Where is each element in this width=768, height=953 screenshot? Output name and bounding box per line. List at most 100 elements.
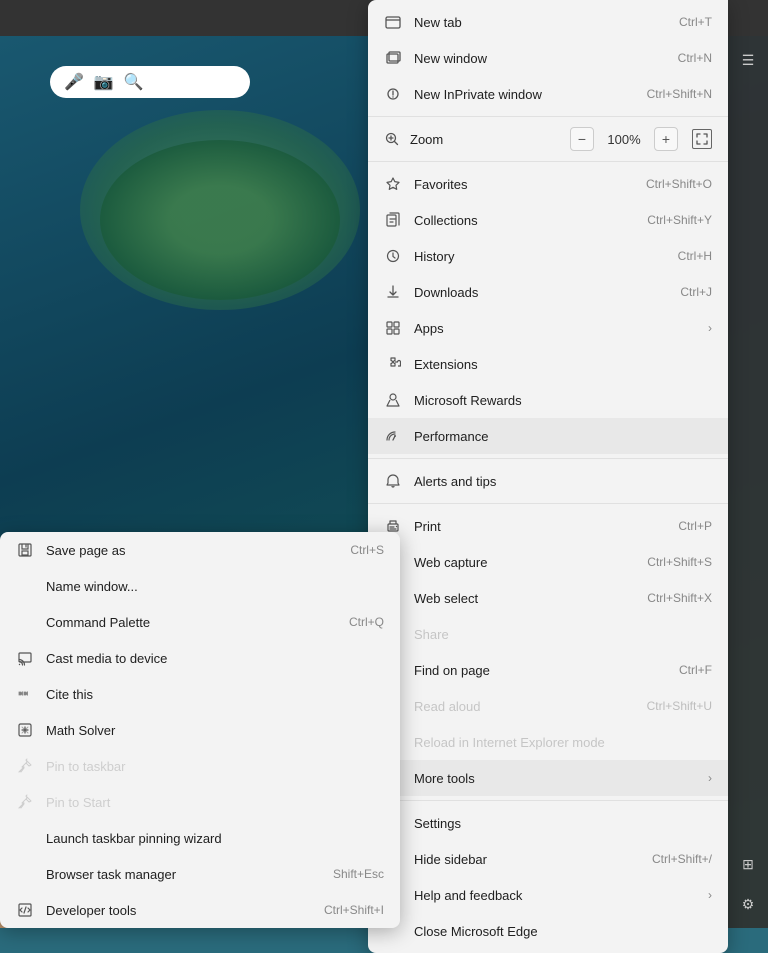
menu-item-close-edge[interactable]: Close Microsoft Edge (368, 913, 728, 949)
pin-start-label: Pin to Start (46, 795, 372, 810)
name-window-label: Name window... (46, 579, 372, 594)
menu-item-ms-rewards[interactable]: Microsoft Rewards (368, 382, 728, 418)
menu-item-web-capture[interactable]: Web capture Ctrl+Shift+S (368, 544, 728, 580)
submenu-item-name-window[interactable]: Name window... (0, 568, 400, 604)
web-select-label: Web select (414, 591, 635, 606)
save-page-label: Save page as (46, 543, 338, 558)
menu-item-extensions[interactable]: Extensions (368, 346, 728, 382)
submenu-item-cast-media[interactable]: Cast media to device (0, 640, 400, 676)
favorites-icon (384, 175, 402, 193)
menu-item-read-aloud[interactable]: Read aloud Ctrl+Shift+U (368, 688, 728, 724)
math-solver-icon (16, 721, 34, 739)
performance-label: Performance (414, 429, 700, 444)
submenu-item-developer-tools[interactable]: Developer tools Ctrl+Shift+I (0, 892, 400, 928)
history-shortcut: Ctrl+H (678, 249, 712, 263)
history-label: History (414, 249, 666, 264)
developer-tools-icon (16, 901, 34, 919)
cast-media-label: Cast media to device (46, 651, 372, 666)
hide-sidebar-label: Hide sidebar (414, 852, 640, 867)
developer-tools-label: Developer tools (46, 903, 312, 918)
zoom-controls: − 100% + (570, 127, 712, 151)
submenu-item-save-page[interactable]: Save page as Ctrl+S (0, 532, 400, 568)
share-label: Share (414, 627, 700, 642)
menu-item-hide-sidebar[interactable]: Hide sidebar Ctrl+Shift+/ (368, 841, 728, 877)
new-window-icon (384, 49, 402, 67)
menu-item-alerts[interactable]: Alerts and tips (368, 463, 728, 499)
menu-section-tools: Print Ctrl+P Web capture Ctrl+Shift+S We… (368, 504, 728, 801)
menu-item-favorites[interactable]: Favorites Ctrl+Shift+O (368, 166, 728, 202)
menu-item-new-tab[interactable]: New tab Ctrl+T (368, 4, 728, 40)
submenu-item-pin-start[interactable]: Pin to Start (0, 784, 400, 820)
menu-item-more-tools[interactable]: More tools › (368, 760, 728, 796)
menu-item-help[interactable]: Help and feedback › (368, 877, 728, 913)
zoom-row: Zoom − 100% + (368, 121, 728, 157)
extensions-icon (384, 355, 402, 373)
menu-item-print[interactable]: Print Ctrl+P (368, 508, 728, 544)
command-palette-icon (16, 613, 34, 631)
collections-icon (384, 211, 402, 229)
settings-label: Settings (414, 816, 712, 831)
pinning-wizard-label: Launch taskbar pinning wizard (46, 831, 372, 846)
menu-item-reload-ie[interactable]: Reload in Internet Explorer mode (368, 724, 728, 760)
task-manager-label: Browser task manager (46, 867, 321, 882)
pinning-wizard-icon (16, 829, 34, 847)
web-capture-shortcut: Ctrl+Shift+S (647, 555, 712, 569)
read-aloud-shortcut: Ctrl+Shift+U (647, 699, 712, 713)
downloads-shortcut: Ctrl+J (680, 285, 712, 299)
command-palette-shortcut: Ctrl+Q (349, 615, 384, 629)
menu-item-downloads[interactable]: Downloads Ctrl+J (368, 274, 728, 310)
zoom-plus-button[interactable]: + (654, 127, 678, 151)
performance-icon (384, 427, 402, 445)
menu-section-main: Favorites Ctrl+Shift+O Collections Ctrl+… (368, 162, 728, 459)
submenu-item-pin-taskbar[interactable]: Pin to taskbar (0, 748, 400, 784)
pin-taskbar-icon (16, 757, 34, 775)
sidebar-icon-1[interactable]: ☰ (732, 44, 764, 76)
menu-item-share[interactable]: Share (368, 616, 728, 652)
collections-shortcut: Ctrl+Shift+Y (647, 213, 712, 227)
alerts-icon (384, 472, 402, 490)
main-menu: New tab Ctrl+T New window Ctrl+N New InP… (368, 0, 728, 953)
ms-rewards-label: Microsoft Rewards (414, 393, 700, 408)
apps-label: Apps (414, 321, 684, 336)
menu-item-settings[interactable]: Settings (368, 805, 728, 841)
help-label: Help and feedback (414, 888, 684, 903)
zoom-minus-button[interactable]: − (570, 127, 594, 151)
zoom-value: 100% (604, 132, 644, 147)
menu-item-inprivate[interactable]: New InPrivate window Ctrl+Shift+N (368, 76, 728, 112)
apps-icon (384, 319, 402, 337)
pin-taskbar-label: Pin to taskbar (46, 759, 372, 774)
favorites-shortcut: Ctrl+Shift+O (646, 177, 712, 191)
zoom-label: Zoom (410, 132, 562, 147)
more-tools-submenu: Save page as Ctrl+S Name window... Comma… (0, 532, 400, 928)
submenu-item-cite-this[interactable]: Cite this (0, 676, 400, 712)
read-aloud-label: Read aloud (414, 699, 635, 714)
reload-ie-label: Reload in Internet Explorer mode (414, 735, 700, 750)
sidebar-icon-2[interactable]: ⊞ (732, 848, 764, 880)
menu-item-new-window[interactable]: New window Ctrl+N (368, 40, 728, 76)
submenu-item-math-solver[interactable]: Math Solver (0, 712, 400, 748)
menu-item-performance[interactable]: Performance (368, 418, 728, 454)
collections-label: Collections (414, 213, 635, 228)
menu-item-web-select[interactable]: Web select Ctrl+Shift+X (368, 580, 728, 616)
web-capture-label: Web capture (414, 555, 635, 570)
alerts-label: Alerts and tips (414, 474, 700, 489)
web-select-shortcut: Ctrl+Shift+X (647, 591, 712, 605)
new-window-label: New window (414, 51, 666, 66)
fullscreen-button[interactable] (692, 129, 712, 149)
find-label: Find on page (414, 663, 667, 678)
submenu-item-pinning-wizard[interactable]: Launch taskbar pinning wizard (0, 820, 400, 856)
menu-item-apps[interactable]: Apps › (368, 310, 728, 346)
developer-tools-shortcut: Ctrl+Shift+I (324, 903, 384, 917)
menu-section-alerts: Alerts and tips (368, 459, 728, 504)
find-shortcut: Ctrl+F (679, 663, 712, 677)
downloads-icon (384, 283, 402, 301)
more-tools-arrow-icon: › (708, 771, 712, 785)
submenu-item-task-manager[interactable]: Browser task manager Shift+Esc (0, 856, 400, 892)
sidebar-icon-settings[interactable]: ⚙ (732, 888, 764, 920)
menu-item-collections[interactable]: Collections Ctrl+Shift+Y (368, 202, 728, 238)
favorites-label: Favorites (414, 177, 634, 192)
pin-start-icon (16, 793, 34, 811)
submenu-item-command-palette[interactable]: Command Palette Ctrl+Q (0, 604, 400, 640)
menu-item-find[interactable]: Find on page Ctrl+F (368, 652, 728, 688)
menu-item-history[interactable]: History Ctrl+H (368, 238, 728, 274)
